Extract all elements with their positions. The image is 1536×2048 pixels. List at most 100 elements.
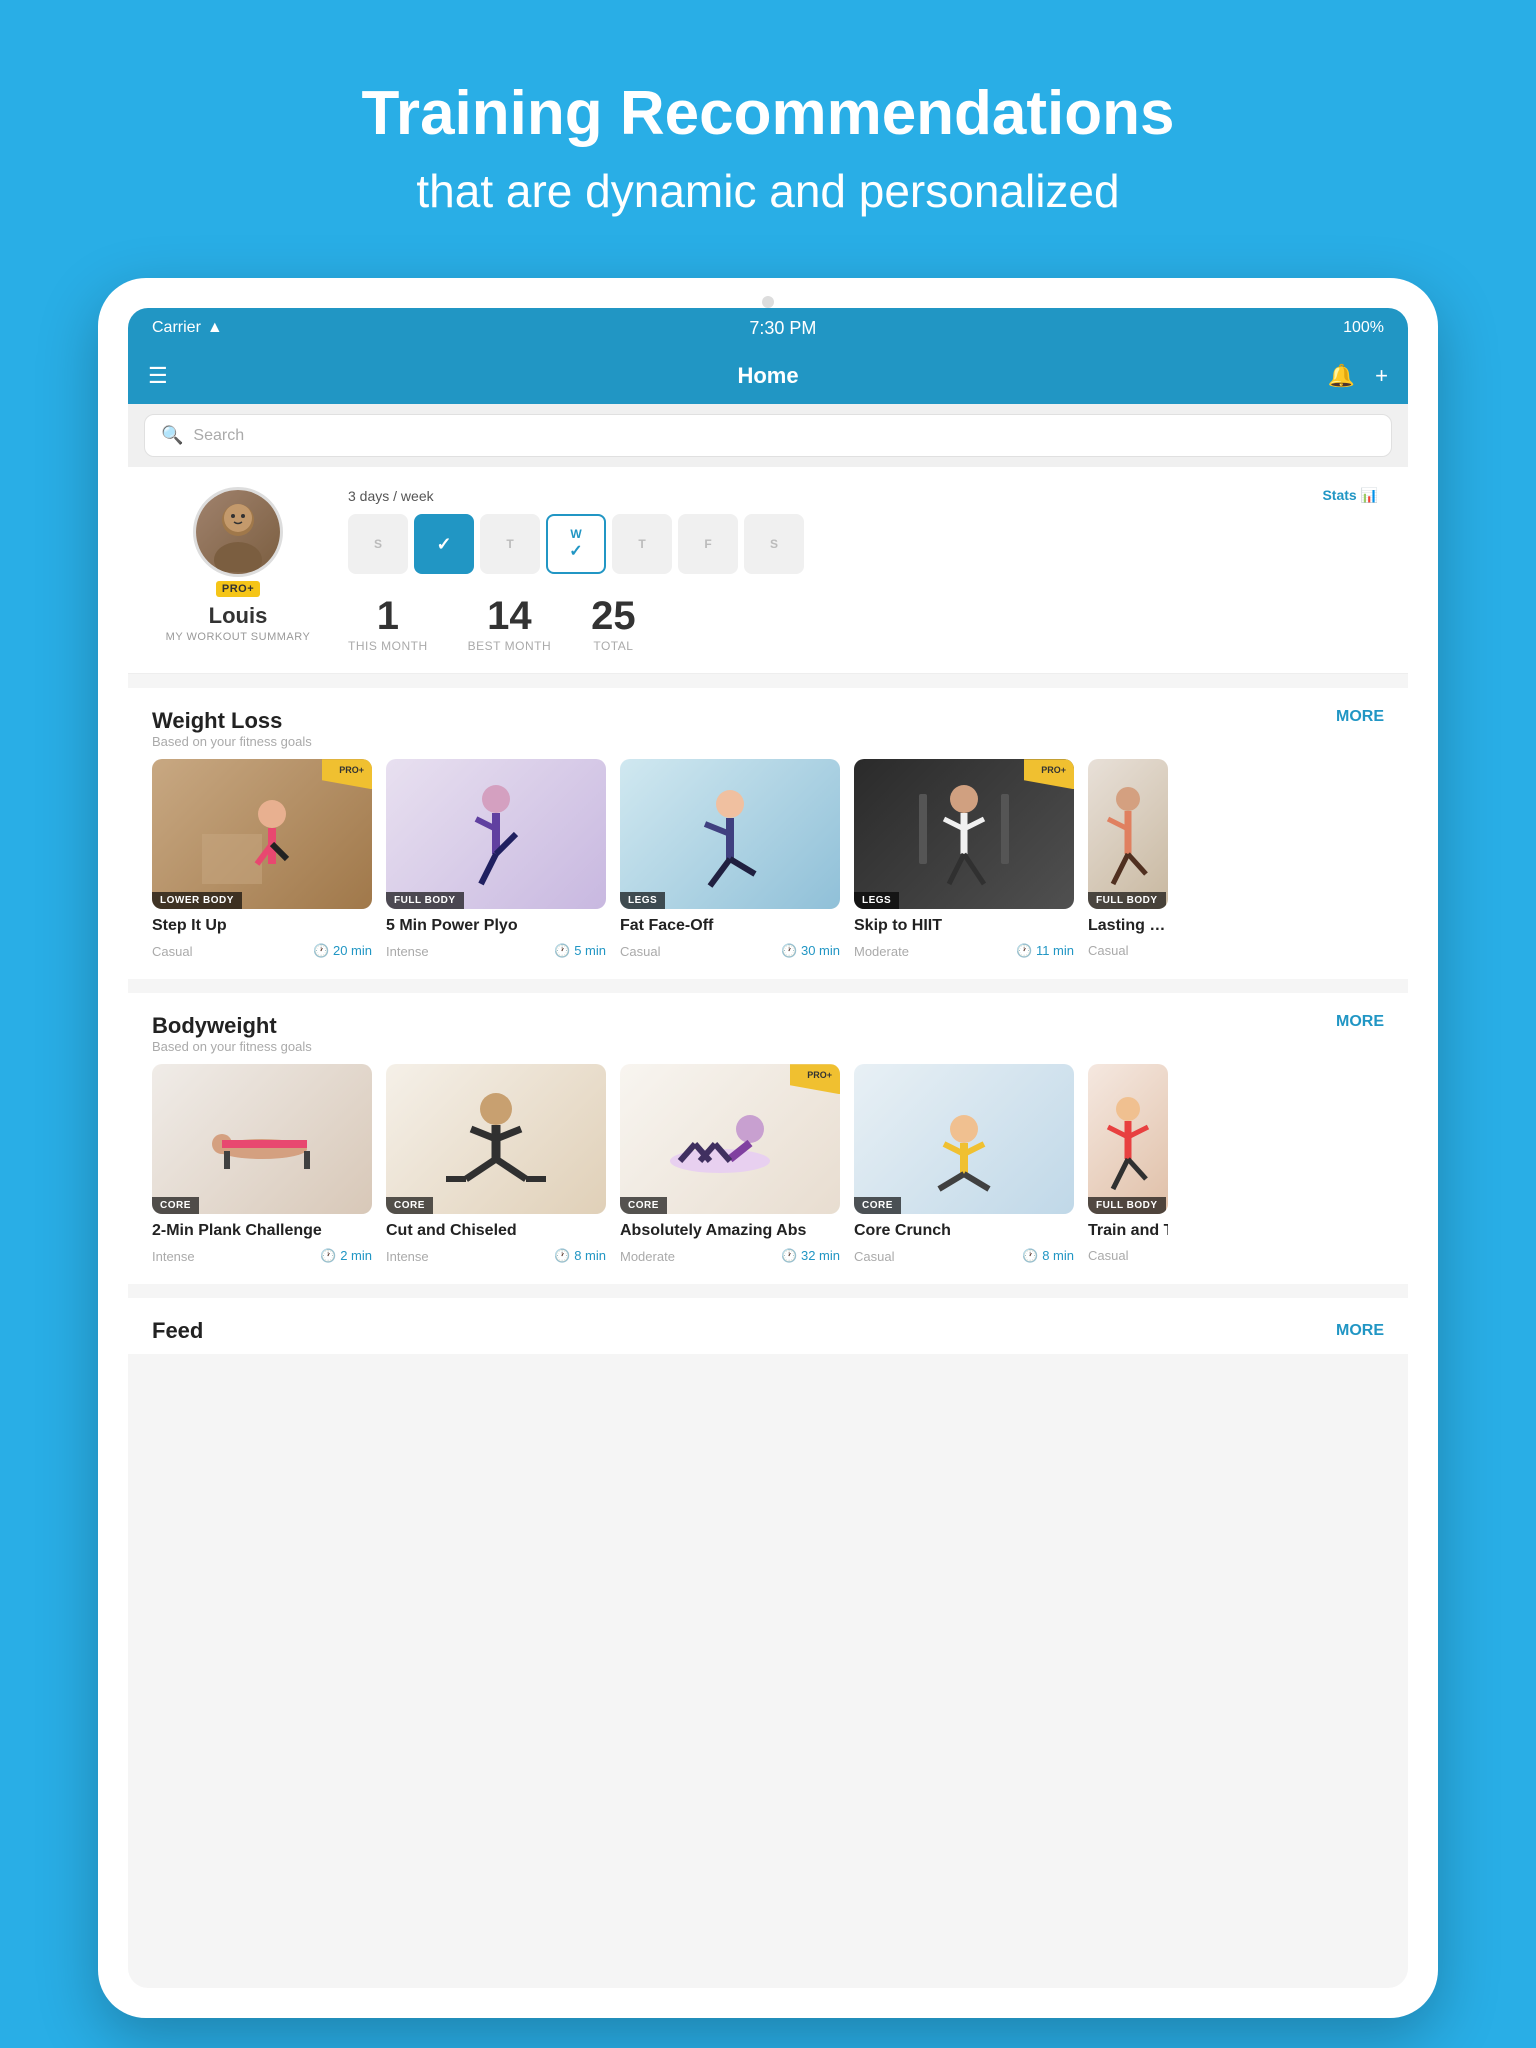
card-plank[interactable]: CORE 2-Min Plank Challenge Intense 🕐 2 m… [152, 1064, 372, 1264]
card-train[interactable]: FULL BODY Train and To Casual [1088, 1064, 1168, 1264]
week-header: 3 days / week Stats 📊 [348, 487, 1378, 504]
avatar-image [196, 490, 280, 574]
day-m-check: ✓ [436, 534, 451, 555]
card-crunch-intensity: Casual [854, 1249, 894, 1264]
stat-total-number: 25 [591, 594, 636, 639]
card-plank-illustration [152, 1064, 372, 1214]
card-chiseled-title: Cut and Chiseled [386, 1222, 606, 1240]
card-plyo-time: 🕐 5 min [554, 943, 606, 959]
stat-best-month: 14 BEST MONTH [468, 594, 551, 653]
day-w-label: W [570, 527, 581, 541]
week-label: 3 days / week [348, 488, 434, 504]
device: Carrier ▲ 7:30 PM 100% ☰ Home 🔔 + 🔍 [98, 278, 1438, 2018]
weight-loss-section: Weight Loss Based on your fitness goals … [128, 688, 1408, 979]
card-plyo-illustration [386, 759, 606, 909]
card-lasting-title: Lasting Effe [1088, 917, 1168, 935]
bodyweight-section: Bodyweight Based on your fitness goals M… [128, 993, 1408, 1284]
card-chiseled-category: CORE [386, 1197, 433, 1214]
bell-icon[interactable]: 🔔 [1328, 363, 1355, 389]
stat-total: 25 TOTAL [591, 594, 636, 653]
feed-section: Feed MORE [128, 1298, 1408, 1354]
card-chiseled-meta: Intense 🕐 8 min [386, 1248, 606, 1264]
card-train-title: Train and To [1088, 1222, 1168, 1240]
card-plyo-title: 5 Min Power Plyo [386, 917, 606, 935]
card-power-plyo[interactable]: FULL BODY 5 Min Power Plyo Intense 🕐 5 m… [386, 759, 606, 959]
card-chiseled-time: 🕐 8 min [554, 1248, 606, 1264]
feed-more[interactable]: MORE [1336, 1322, 1384, 1340]
day-saturday: S [744, 514, 804, 574]
day-w-check: ✓ [569, 541, 582, 561]
card-abs[interactable]: PRO+ CORE Absolutely Amazing Abs Moderat… [620, 1064, 840, 1264]
day-monday: ✓ [414, 514, 474, 574]
card-lasting-illustration [1088, 759, 1168, 909]
day-tuesday: T [480, 514, 540, 574]
card-fat-illustration [620, 759, 840, 909]
stat-best-month-label: BEST MONTH [468, 639, 551, 653]
bodyweight-more[interactable]: MORE [1336, 1013, 1384, 1031]
weight-loss-more[interactable]: MORE [1336, 708, 1384, 726]
profile-right: 3 days / week Stats 📊 S ✓ [348, 487, 1378, 653]
card-step-intensity: Casual [152, 944, 192, 959]
card-plank-time: 🕐 2 min [320, 1248, 372, 1264]
week-days: S ✓ T W [348, 514, 1378, 574]
bodyweight-cards: CORE 2-Min Plank Challenge Intense 🕐 2 m… [128, 1064, 1408, 1264]
card-abs-image: PRO+ CORE [620, 1064, 840, 1214]
card-fat-face-off[interactable]: LEGS Fat Face-Off Casual 🕐 30 min [620, 759, 840, 959]
stat-total-label: TOTAL [591, 639, 636, 653]
bodyweight-title: Bodyweight [152, 1013, 312, 1039]
profile-left: PRO+ Louis MY WORKOUT SUMMARY [158, 487, 318, 643]
card-skip-hiit[interactable]: PRO+ LEGS Skip to HIIT Moderate 🕐 11 min [854, 759, 1074, 959]
stat-this-month-number: 1 [348, 594, 428, 639]
card-step-title: Step It Up [152, 917, 372, 935]
weight-loss-header: Weight Loss Based on your fitness goals … [128, 688, 1408, 759]
card-lasting-meta: Casual [1088, 943, 1168, 958]
bodyweight-header: Bodyweight Based on your fitness goals M… [128, 993, 1408, 1064]
stats-label[interactable]: Stats 📊 [1322, 487, 1378, 504]
weight-loss-subtitle: Based on your fitness goals [152, 734, 312, 749]
card-plank-intensity: Intense [152, 1249, 195, 1264]
card-chiseled[interactable]: CORE Cut and Chiseled Intense 🕐 8 min [386, 1064, 606, 1264]
carrier-label: Carrier [152, 319, 201, 337]
card-crunch-illustration [854, 1064, 1074, 1214]
card-chiseled-illustration [386, 1064, 606, 1214]
card-abs-title: Absolutely Amazing Abs [620, 1222, 840, 1240]
day-friday: F [678, 514, 738, 574]
wifi-icon: ▲ [207, 319, 223, 337]
card-train-illustration [1088, 1064, 1168, 1214]
card-skip-time: 🕐 11 min [1016, 943, 1074, 959]
card-core-crunch[interactable]: CORE Core Crunch Casual 🕐 8 min [854, 1064, 1074, 1264]
day-f-label: F [704, 537, 711, 551]
card-abs-meta: Moderate 🕐 32 min [620, 1248, 840, 1264]
card-plyo-image: FULL BODY [386, 759, 606, 909]
card-chiseled-intensity: Intense [386, 1249, 429, 1264]
card-step-it-up[interactable]: PRO+ LOWER BODY Step It Up Casual 🕐 20 m… [152, 759, 372, 959]
card-step-category: LOWER BODY [152, 892, 242, 909]
card-crunch-meta: Casual 🕐 8 min [854, 1248, 1074, 1264]
card-abs-time: 🕐 32 min [781, 1248, 840, 1264]
status-battery: 100% [1343, 319, 1384, 337]
app-header: Training Recommendations that are dynami… [0, 0, 1536, 258]
card-plank-image: CORE [152, 1064, 372, 1214]
profile-subtitle: MY WORKOUT SUMMARY [166, 631, 311, 643]
card-lasting[interactable]: FULL BODY Lasting Effe Casual [1088, 759, 1168, 959]
search-input[interactable]: 🔍 Search [144, 414, 1392, 457]
weight-loss-title-group: Weight Loss Based on your fitness goals [152, 708, 312, 749]
card-plank-category: CORE [152, 1197, 199, 1214]
bodyweight-subtitle: Based on your fitness goals [152, 1039, 312, 1054]
camera-dot [762, 296, 774, 308]
card-fat-meta: Casual 🕐 30 min [620, 943, 840, 959]
hamburger-icon[interactable]: ☰ [148, 363, 168, 389]
card-crunch-image: CORE [854, 1064, 1074, 1214]
card-chiseled-image: CORE [386, 1064, 606, 1214]
card-crunch-time: 🕐 8 min [1022, 1248, 1074, 1264]
card-fat-intensity: Casual [620, 944, 660, 959]
add-icon[interactable]: + [1375, 363, 1388, 389]
card-skip-image: PRO+ LEGS [854, 759, 1074, 909]
card-fat-time: 🕐 30 min [781, 943, 840, 959]
status-time: 7:30 PM [749, 318, 816, 339]
weight-loss-cards: PRO+ LOWER BODY Step It Up Casual 🕐 20 m… [128, 759, 1408, 959]
card-skip-meta: Moderate 🕐 11 min [854, 943, 1074, 959]
day-s-label: S [374, 537, 382, 551]
card-skip-intensity: Moderate [854, 944, 909, 959]
day-t1-label: T [506, 537, 513, 551]
